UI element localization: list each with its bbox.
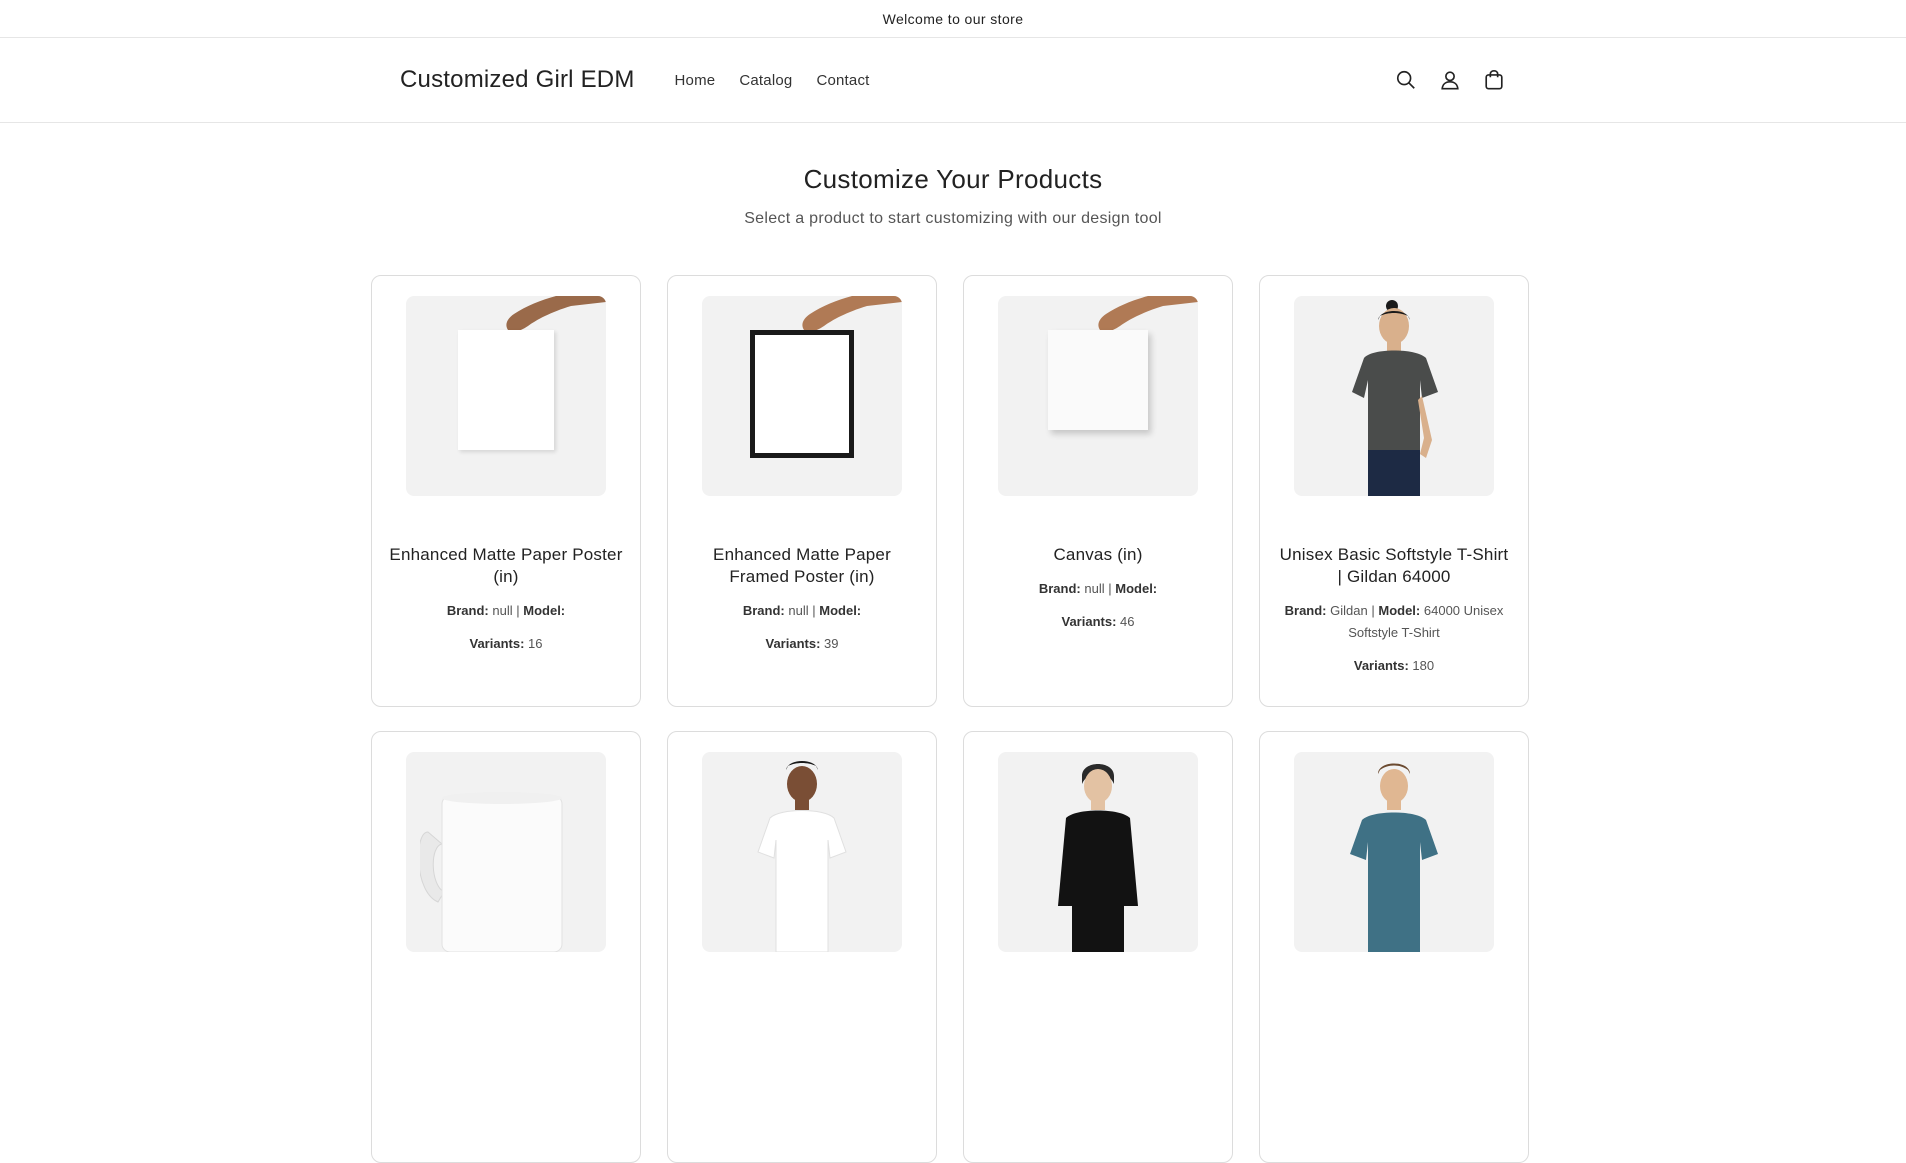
product-card[interactable]	[963, 731, 1233, 1163]
page-title: Customize Your Products	[803, 164, 1103, 194]
variants-value: 46	[1120, 614, 1135, 629]
product-image-black-longsleeve	[998, 752, 1198, 952]
site-header: Customized Girl EDM Home Catalog Contact	[0, 38, 1906, 123]
product-meta: Brand: null | Model:	[684, 600, 920, 622]
variants-value: 16	[528, 636, 543, 651]
hero-section: Customize Your Products Select a product…	[0, 123, 1906, 228]
product-card[interactable]	[1259, 731, 1529, 1163]
product-title: Enhanced Matte Paper Framed Poster (in)	[713, 545, 891, 586]
announcement-bar: Welcome to our store	[0, 0, 1906, 38]
brand-label: Brand:	[1038, 581, 1081, 596]
poster-paper	[458, 330, 554, 450]
model-person-image	[1350, 763, 1438, 952]
product-card[interactable]	[371, 731, 641, 1163]
product-title: Enhanced Matte Paper Poster (in)	[389, 545, 623, 586]
product-grid: Enhanced Matte Paper Poster (in) Brand: …	[371, 275, 1531, 1163]
product-card[interactable]: Unisex Basic Softstyle T-Shirt | Gildan …	[1259, 275, 1529, 707]
store-logo[interactable]: Customized Girl EDM	[400, 66, 635, 94]
product-title: Canvas (in)	[1053, 545, 1143, 564]
product-card[interactable]: Enhanced Matte Paper Poster (in) Brand: …	[371, 275, 641, 707]
brand-label: Brand:	[742, 603, 785, 618]
cart-icon[interactable]	[1482, 68, 1506, 92]
product-card[interactable]: Enhanced Matte Paper Framed Poster (in) …	[667, 275, 937, 707]
product-title: Unisex Basic Softstyle T-Shirt | Gildan …	[1279, 545, 1509, 586]
product-meta: Brand: Gildan | Model: 64000 Unisex Soft…	[1276, 600, 1512, 644]
product-card[interactable]: Canvas (in) Brand: null | Model: Variant…	[963, 275, 1233, 707]
nav-contact[interactable]: Contact	[816, 72, 869, 89]
variants-value: 39	[824, 636, 839, 651]
announcement-text: Welcome to our store	[882, 10, 1024, 27]
product-meta: Brand: null | Model:	[980, 578, 1216, 600]
meta-separator: |	[812, 603, 816, 618]
product-image-tshirt	[1294, 296, 1494, 496]
model-label: Model:	[1115, 581, 1158, 596]
brand-value: null	[1084, 581, 1105, 596]
brand-label: Brand:	[1284, 603, 1327, 618]
brand-value: null	[492, 603, 513, 618]
brand-label: Brand:	[446, 603, 489, 618]
nav-catalog[interactable]: Catalog	[739, 72, 792, 89]
brand-value: Gildan	[1330, 603, 1368, 618]
meta-separator: |	[1371, 603, 1375, 618]
product-image-mug	[406, 752, 606, 952]
nav-home[interactable]: Home	[675, 72, 716, 89]
product-image-canvas	[998, 296, 1198, 496]
variants-value: 180	[1412, 658, 1435, 673]
variants-label: Variants:	[469, 636, 525, 651]
mug-image	[420, 792, 563, 952]
model-label: Model:	[1378, 603, 1421, 618]
product-variants: Variants: 180	[1276, 658, 1512, 673]
product-image-framed-poster	[702, 296, 902, 496]
meta-separator: |	[516, 603, 520, 618]
model-person-image	[757, 761, 847, 952]
variants-label: Variants:	[765, 636, 821, 651]
account-icon[interactable]	[1438, 68, 1462, 92]
header-icons	[1394, 68, 1506, 92]
product-card[interactable]	[667, 731, 937, 1163]
product-image-white-tshirt	[702, 752, 902, 952]
variants-label: Variants:	[1061, 614, 1117, 629]
poster-frame	[750, 330, 854, 458]
main-nav: Home Catalog Contact	[675, 72, 870, 89]
model-label: Model:	[523, 603, 566, 618]
meta-separator: |	[1108, 581, 1112, 596]
product-variants: Variants: 16	[388, 636, 624, 651]
brand-value: null	[788, 603, 809, 618]
product-variants: Variants: 39	[684, 636, 920, 651]
product-meta: Brand: null | Model:	[388, 600, 624, 622]
product-variants: Variants: 46	[980, 614, 1216, 629]
product-image-teal-tshirt	[1294, 752, 1494, 952]
model-person-image	[1352, 300, 1438, 496]
canvas-square	[1048, 330, 1148, 430]
model-person-image	[1058, 764, 1138, 952]
search-icon[interactable]	[1394, 68, 1418, 92]
product-image-poster	[406, 296, 606, 496]
variants-label: Variants:	[1353, 658, 1409, 673]
page-subtitle: Select a product to start customizing wi…	[744, 210, 1162, 227]
model-label: Model:	[819, 603, 862, 618]
